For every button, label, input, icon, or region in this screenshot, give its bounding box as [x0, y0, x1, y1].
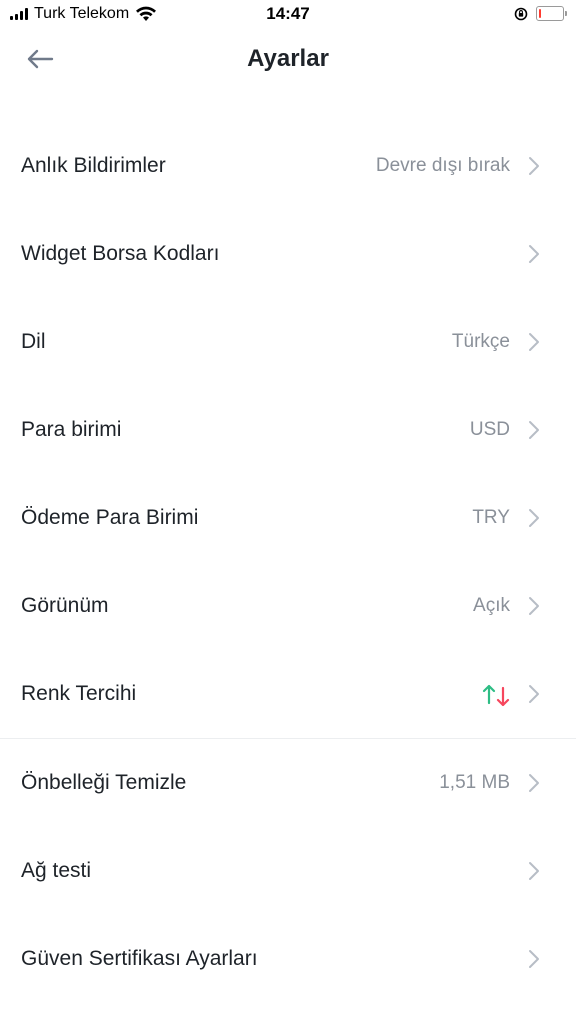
settings-row-clear-cache[interactable]: Önbelleği Temizle 1,51 MB: [0, 739, 576, 827]
row-value: Türkçe: [451, 331, 510, 352]
nav-header: Ayarlar: [0, 36, 576, 84]
row-value: Devre dışı bırak: [375, 155, 510, 176]
arrow-up-icon: [482, 684, 496, 705]
row-label: Ağ testi: [21, 859, 92, 882]
row-right: TRY: [472, 507, 540, 529]
row-right: [528, 861, 540, 881]
row-value: TRY: [472, 507, 510, 528]
row-label: Renk Tercihi: [21, 682, 137, 705]
settings-row-network-test[interactable]: Ağ testi: [0, 827, 576, 915]
row-right: Devre dışı bırak: [376, 155, 540, 177]
row-value: USD: [469, 419, 510, 440]
row-value: 1,51 MB: [439, 772, 510, 793]
rotation-lock-icon: [514, 7, 528, 20]
row-label: Önbelleği Temizle: [21, 771, 187, 794]
chevron-right-icon: [529, 950, 539, 968]
row-right: [482, 680, 540, 708]
settings-row-currency[interactable]: Para birimi USD: [0, 386, 576, 474]
settings-row-color-preference[interactable]: Renk Tercihi: [0, 650, 576, 738]
row-right: 1,51 MB: [439, 772, 540, 794]
settings-row-push-notifications[interactable]: Anlık Bildirimler Devre dışı bırak: [0, 122, 576, 210]
status-bar: Turk Telekom 14:47: [0, 0, 576, 30]
battery-icon: [536, 6, 567, 21]
row-label: Anlık Bildirimler: [21, 154, 166, 177]
row-label: Dil: [21, 330, 46, 353]
row-label: Widget Borsa Kodları: [21, 242, 220, 265]
clock: 14:47: [266, 4, 310, 23]
chevron-right-icon: [529, 774, 539, 792]
chevron-right-icon: [529, 685, 539, 703]
row-right: [528, 244, 540, 264]
row-right: Türkçe: [452, 331, 540, 353]
arrow-down-icon: [496, 686, 510, 707]
row-right: [528, 949, 540, 969]
status-right: [514, 6, 567, 21]
row-value: Açık: [473, 595, 510, 616]
chevron-right-icon: [529, 245, 539, 263]
settings-row-payment-currency[interactable]: Ödeme Para Birimi TRY: [0, 474, 576, 562]
chevron-right-icon: [529, 157, 539, 175]
settings-row-trust-certificate[interactable]: Güven Sertifikası Ayarları: [0, 915, 576, 1003]
settings-row-widget-tickers[interactable]: Widget Borsa Kodları: [0, 210, 576, 298]
page-title: Ayarlar: [247, 45, 329, 72]
settings-list: Anlık Bildirimler Devre dışı bırak Widge…: [0, 122, 576, 1003]
chevron-right-icon: [529, 421, 539, 439]
row-right: Açık: [473, 595, 540, 617]
row-right: USD: [470, 419, 540, 441]
row-label: Para birimi: [21, 418, 122, 441]
chevron-right-icon: [529, 597, 539, 615]
chevron-right-icon: [529, 509, 539, 527]
battery-level: [539, 9, 541, 18]
chevron-right-icon: [529, 862, 539, 880]
row-label: Güven Sertifikası Ayarları: [21, 947, 258, 970]
row-label: Görünüm: [21, 594, 109, 617]
row-label: Ödeme Para Birimi: [21, 506, 199, 529]
up-green-down-red-arrows-icon: [482, 680, 510, 708]
settings-row-language[interactable]: Dil Türkçe: [0, 298, 576, 386]
chevron-right-icon: [529, 333, 539, 351]
settings-row-appearance[interactable]: Görünüm Açık: [0, 562, 576, 650]
